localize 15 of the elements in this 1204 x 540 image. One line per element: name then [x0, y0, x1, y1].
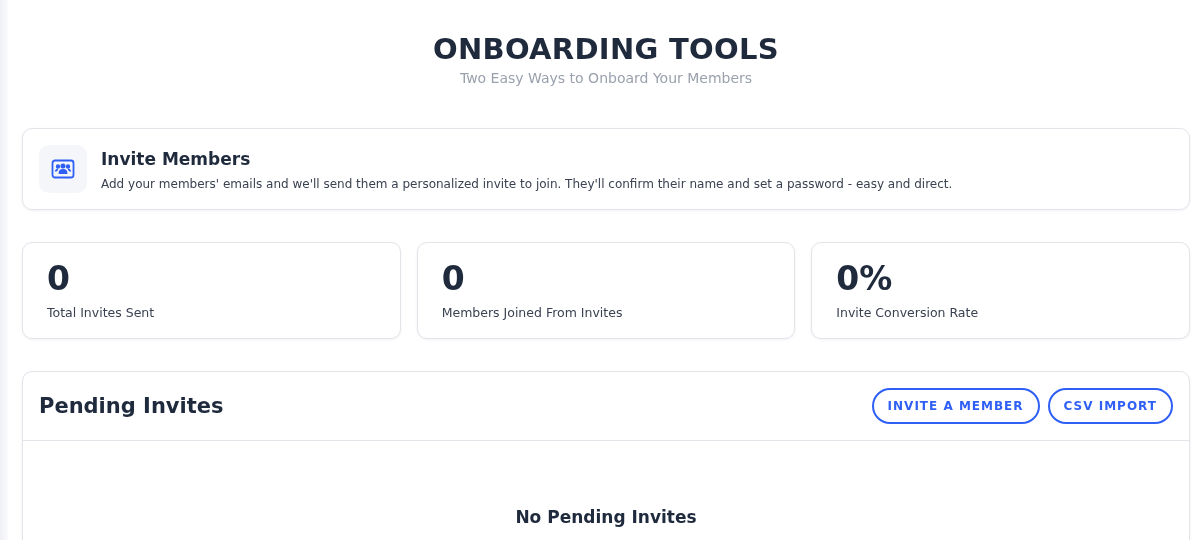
card-title: Invite Members [101, 149, 252, 169]
stat-value: 0 [441, 259, 466, 299]
panel-title: Pending Invites [39, 394, 224, 418]
stat-label: Total Invites Sent [47, 305, 156, 320]
empty-state-title: No Pending Invites [515, 507, 697, 527]
stat-value: 0 [47, 259, 71, 299]
stat-label: Invite Conversion Rate [836, 305, 980, 320]
page-title: ONBOARDING TOOLS [433, 32, 779, 66]
invite-member-button[interactable]: INVITE A MEMBER [871, 388, 1040, 424]
csv-import-button[interactable]: CSV IMPORT [1047, 388, 1173, 424]
stat-value: 0% [836, 259, 894, 299]
card-description: Add your members' emails and we'll send them a personalized invite to join. They'll confirm their name and set a password - easy and direct. [101, 177, 953, 191]
page-subtitle: Two Easy Ways to Onboard Your Members [459, 70, 753, 86]
stat-label: Members Joined From Invites [441, 305, 624, 320]
members-icon [51, 159, 75, 179]
